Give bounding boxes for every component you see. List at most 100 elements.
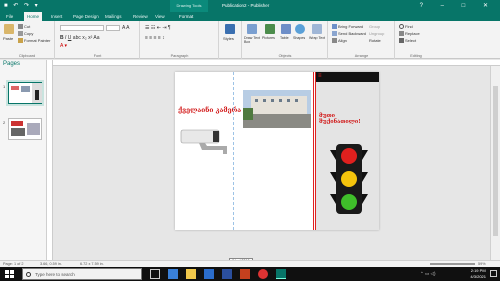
rotate-button[interactable]: Rotate <box>369 38 381 43</box>
publisher-icon[interactable] <box>276 269 286 279</box>
replace-label: Replace <box>405 31 420 36</box>
send-backward-button[interactable]: Send Backward <box>332 31 367 37</box>
chrome-icon[interactable] <box>258 269 268 279</box>
table-button[interactable]: Table <box>280 36 289 40</box>
font-size-box[interactable] <box>106 25 120 31</box>
replace-icon <box>399 31 404 37</box>
drawing-tools-context-label: Drawing Tools <box>170 0 208 12</box>
paragraph-group: ☰ ☷ ⇤ ⇥ ¶ ≡ ≡ ≡ ≡ ↕ Paragraph <box>141 21 219 59</box>
window <box>279 99 282 102</box>
ribbon: Paste Cut Copy Format Painter Clipboard … <box>0 21 500 59</box>
font-group: A A B I U abc x₂ x² Aa A ▾ Font <box>56 21 140 59</box>
windows-start-icon[interactable] <box>5 270 14 278</box>
wrap-text-icon[interactable] <box>312 24 322 34</box>
select-button[interactable]: Select <box>399 38 417 44</box>
thumb-heading <box>11 86 19 90</box>
font-color-button[interactable]: A ▾ <box>60 43 67 49</box>
tab-review[interactable]: Review <box>130 12 151 21</box>
edge-icon[interactable] <box>168 269 178 279</box>
paste-icon[interactable] <box>4 24 14 34</box>
tab-file[interactable]: File <box>3 12 16 21</box>
font-group-label: Font <box>93 54 102 58</box>
panel3-header-bar: ≡ <box>316 72 379 82</box>
table-icon[interactable] <box>281 24 291 34</box>
find-label: Find <box>405 24 413 29</box>
draw-text-box-button[interactable]: Draw Text Box <box>244 36 262 44</box>
window <box>287 99 290 102</box>
select-label: Select <box>405 38 417 43</box>
group-button[interactable]: Group <box>369 24 380 29</box>
building-photo[interactable] <box>243 90 311 128</box>
bring-forward-button[interactable]: Bring Forward <box>332 24 363 30</box>
pictures-icon[interactable] <box>265 24 275 34</box>
pictures-button[interactable]: Pictures <box>262 36 275 40</box>
editing-group-label: Editing <box>410 54 422 58</box>
alignment-buttons[interactable]: ≡ ≡ ≡ ≡ ↕ <box>145 35 165 41</box>
copy-label: Copy <box>24 31 34 36</box>
thumb-photo <box>27 123 40 135</box>
thumb-photo <box>11 128 25 136</box>
panel3-heading[interactable]: მუთი შუქინათილი! <box>319 113 377 125</box>
title-bar: ■ ↶ ↷ ▾ Drawing Tools Publication2 - Pub… <box>0 0 500 12</box>
panel-right: მუთი შუქინათილი! <box>315 72 379 230</box>
pavement <box>243 114 311 128</box>
paste-button[interactable]: Paste <box>3 36 13 41</box>
styles-group: Styles <box>220 21 242 59</box>
align-button[interactable]: Align <box>332 38 347 44</box>
find-button[interactable]: Find <box>399 24 413 30</box>
security-camera-image[interactable] <box>179 128 237 158</box>
font-name-box[interactable] <box>60 25 104 31</box>
copy-button[interactable]: Copy <box>18 31 34 37</box>
size-readout: 6.72 x 7.59 in. <box>80 262 104 266</box>
vertical-scrollbar[interactable] <box>490 66 500 260</box>
replace-button[interactable]: Replace <box>399 31 420 37</box>
word-icon[interactable] <box>222 269 232 279</box>
yellow-light <box>341 171 357 187</box>
font-formatting-buttons[interactable]: B I U abc x₂ x² Aa <box>60 35 100 41</box>
zoom-level[interactable]: 59% <box>478 262 486 266</box>
traffic-light-image[interactable] <box>326 144 372 216</box>
page-fold-guide <box>313 72 314 230</box>
page-thumbnail-2[interactable] <box>8 118 42 140</box>
taskbar-clock[interactable]: 2:19 PM 4/3/2021 <box>470 268 486 280</box>
grow-font-button[interactable]: A A <box>122 25 130 31</box>
shapes-button[interactable]: Shapes <box>293 36 305 40</box>
tab-view[interactable]: View <box>152 12 168 21</box>
system-tray-icons[interactable]: ⌃ ▭ ◁) <box>420 271 435 277</box>
wrap-text-button[interactable]: Wrap Text <box>309 36 327 40</box>
list-buttons[interactable]: ☰ ☷ ⇤ ⇥ ¶ <box>145 25 171 31</box>
window-controls[interactable]: ? – □ ✕ <box>420 0 496 12</box>
page-indicator[interactable]: Page: 1 of 2 <box>3 262 23 266</box>
publication-page[interactable]: ქველაინი კამერა მუთი შუქინათილი! ≡ <box>175 72 379 230</box>
clipboard-group-label: Clipboard <box>18 54 36 58</box>
format-painter-button[interactable]: Format Painter <box>18 38 50 44</box>
styles-button[interactable]: Styles <box>223 36 234 41</box>
quick-access-toolbar[interactable]: ■ ↶ ↷ ▾ <box>4 2 40 9</box>
tab-mailings[interactable]: Mailings <box>102 12 125 21</box>
styles-icon[interactable] <box>225 24 235 34</box>
zoom-slider[interactable] <box>430 263 475 265</box>
tab-insert[interactable]: Insert <box>48 12 65 21</box>
page-thumb-number: 1 <box>3 84 6 89</box>
editing-group: Find Replace Select Editing <box>396 21 436 59</box>
shapes-icon[interactable] <box>295 24 305 34</box>
cut-button[interactable]: Cut <box>18 24 30 30</box>
scrollbar-thumb[interactable] <box>493 86 498 236</box>
tab-home[interactable]: Home <box>24 12 43 21</box>
thumb-photo <box>21 86 30 92</box>
tab-format[interactable]: Format <box>176 12 196 21</box>
ungroup-button[interactable]: Ungroup <box>369 31 384 36</box>
mail-icon[interactable] <box>204 269 214 279</box>
pages-pane-title: Pages <box>3 61 21 67</box>
panel1-heading[interactable]: ქველაინი კამერა <box>178 106 241 114</box>
taskbar-search-input[interactable]: Type here to search <box>22 268 142 280</box>
text-box-icon[interactable] <box>247 24 257 34</box>
tab-page-design[interactable]: Page Design <box>70 12 102 21</box>
page-thumbnail-1[interactable] <box>8 82 42 104</box>
file-explorer-icon[interactable] <box>186 269 196 279</box>
send-backward-label: Send Backward <box>338 31 367 36</box>
task-view-icon[interactable] <box>150 269 160 279</box>
powerpoint-icon[interactable] <box>240 269 250 279</box>
notifications-icon[interactable] <box>490 270 497 277</box>
red-light <box>341 148 357 164</box>
